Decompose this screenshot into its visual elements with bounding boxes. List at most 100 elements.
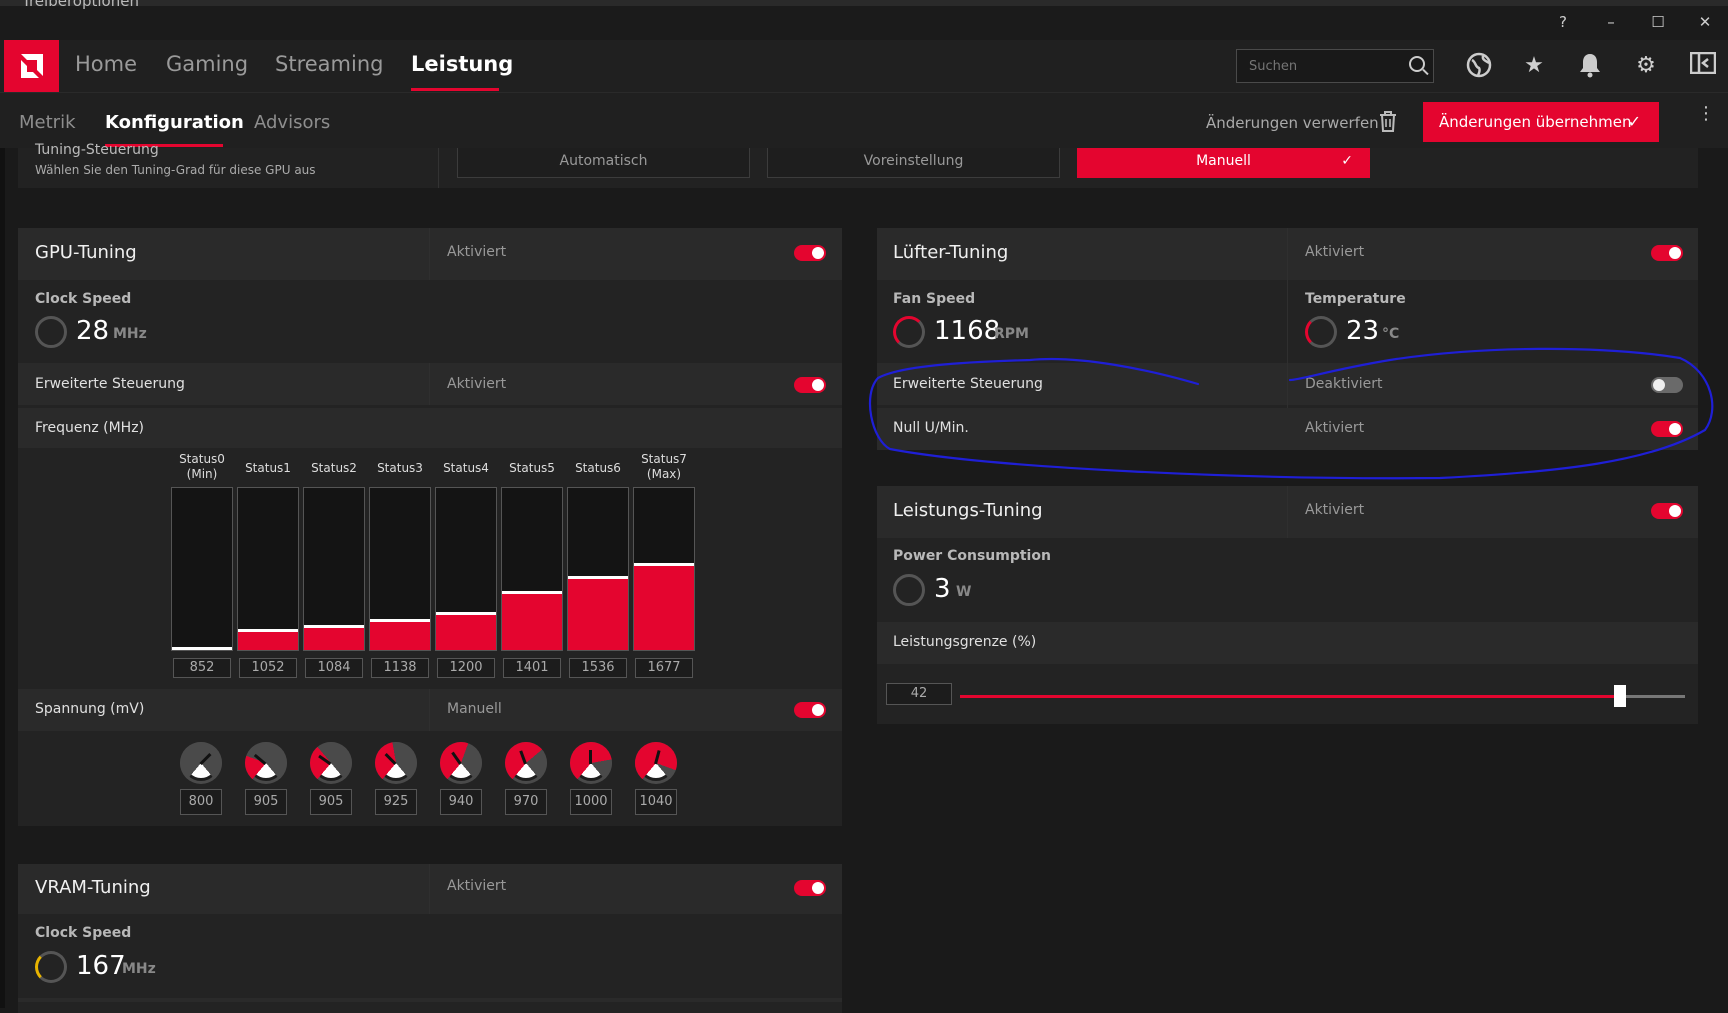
tab-konfiguration[interactable]: Konfiguration xyxy=(105,112,244,133)
frequency-state-fill xyxy=(502,591,562,650)
apply-changes-label: Änderungen übernehmen xyxy=(1439,113,1632,131)
close-icon[interactable]: ✕ xyxy=(1690,8,1720,36)
gpu-tuning-toggle[interactable] xyxy=(794,245,826,261)
frequency-state-value[interactable]: 1536 xyxy=(569,658,627,678)
power-limit-slider-thumb[interactable] xyxy=(1614,685,1626,707)
tab-advisors[interactable]: Advisors xyxy=(254,112,330,133)
voltage-knob[interactable] xyxy=(570,742,612,784)
frequency-state-bar[interactable] xyxy=(171,487,233,651)
frequency-state-bar[interactable] xyxy=(501,487,563,651)
voltage-knob[interactable] xyxy=(310,742,352,784)
frequency-state-value[interactable]: 1200 xyxy=(437,658,495,678)
power-consumption-label: Power Consumption xyxy=(893,548,1051,564)
zero-rpm-toggle[interactable] xyxy=(1651,421,1683,437)
frequency-state-bar[interactable] xyxy=(567,487,629,651)
gpu-tuning-title: GPU-Tuning xyxy=(35,242,137,263)
frequency-state-value[interactable]: 1138 xyxy=(371,658,429,678)
power-limit-value[interactable]: 42 xyxy=(886,683,952,705)
voltage-value[interactable]: 800 xyxy=(180,789,222,815)
power-consumption-unit: W xyxy=(956,584,972,600)
voltage-value[interactable]: 905 xyxy=(310,789,352,815)
temperature-gauge xyxy=(1305,316,1337,348)
help-icon[interactable]: ? xyxy=(1548,8,1578,36)
frequency-state-fill xyxy=(370,619,430,650)
frequency-state-label: Status0 (Min) xyxy=(179,452,225,481)
voltage-knob[interactable] xyxy=(505,742,547,784)
search-input[interactable] xyxy=(1237,50,1387,82)
active-tab-indicator xyxy=(411,88,499,91)
frequency-state-label: Status3 xyxy=(377,461,423,475)
voltage-toggle[interactable] xyxy=(794,702,826,718)
tab-gaming[interactable]: Gaming xyxy=(166,52,248,76)
search-icon[interactable] xyxy=(1409,56,1425,72)
checkmark-icon: ✓ xyxy=(1341,153,1353,169)
mode-preset-button[interactable]: Voreinstellung xyxy=(767,148,1060,178)
frequency-state-value[interactable]: 1084 xyxy=(305,658,363,678)
power-tuning-toggle[interactable] xyxy=(1651,503,1683,519)
gpu-advanced-label: Erweiterte Steuerung xyxy=(35,376,185,392)
frequency-state-value[interactable]: 852 xyxy=(173,658,231,678)
temperature-value: 23 xyxy=(1346,316,1380,346)
frequency-state-bar[interactable] xyxy=(633,487,695,651)
voltage-knob[interactable] xyxy=(180,742,222,784)
row-divider xyxy=(18,998,842,1002)
title-bar xyxy=(0,6,1728,40)
frequency-state-label: Status4 xyxy=(443,461,489,475)
voltage-knob[interactable] xyxy=(245,742,287,784)
frequency-state-fill xyxy=(238,629,298,650)
column-divider xyxy=(429,228,430,280)
gpu-tuning-header xyxy=(18,228,842,280)
gpu-advanced-toggle[interactable] xyxy=(794,377,826,393)
frequency-state-value[interactable]: 1052 xyxy=(239,658,297,678)
voltage-value[interactable]: 1000 xyxy=(570,789,612,815)
gpu-advanced-state: Aktiviert xyxy=(447,376,507,392)
voltage-value[interactable]: 925 xyxy=(375,789,417,815)
gpu-clock-unit: MHz xyxy=(113,326,147,342)
column-divider xyxy=(429,689,430,731)
gear-icon[interactable]: ⚙ xyxy=(1631,52,1661,80)
frequency-state-bar[interactable] xyxy=(369,487,431,651)
discard-changes-button[interactable]: Änderungen verwerfen xyxy=(1206,114,1379,132)
more-options-icon[interactable]: ⋮ xyxy=(1697,105,1715,123)
tab-leistung[interactable]: Leistung xyxy=(411,52,513,76)
frequency-state-value[interactable]: 1401 xyxy=(503,658,561,678)
voltage-value[interactable]: 970 xyxy=(505,789,547,815)
mode-automatic-button[interactable]: Automatisch xyxy=(457,148,750,178)
maximize-icon[interactable]: ☐ xyxy=(1643,8,1673,36)
voltage-knob[interactable] xyxy=(440,742,482,784)
fan-tuning-state: Aktiviert xyxy=(1305,244,1365,260)
frequency-state-bar[interactable] xyxy=(303,487,365,651)
bell-icon[interactable] xyxy=(1575,52,1605,80)
column-divider xyxy=(429,363,430,405)
star-icon[interactable]: ★ xyxy=(1519,52,1549,80)
voltage-value[interactable]: 940 xyxy=(440,789,482,815)
globe-icon[interactable] xyxy=(1464,52,1494,80)
power-consumption-value: 3 xyxy=(934,574,951,604)
fan-tuning-toggle[interactable] xyxy=(1651,245,1683,261)
fan-advanced-toggle[interactable] xyxy=(1651,377,1683,393)
frequency-state-value[interactable]: 1677 xyxy=(635,658,693,678)
voltage-value[interactable]: 905 xyxy=(245,789,287,815)
power-consumption-gauge xyxy=(893,574,925,606)
temperature-label: Temperature xyxy=(1305,291,1406,307)
frequency-state-bar[interactable] xyxy=(237,487,299,651)
frequency-state-bar[interactable] xyxy=(435,487,497,651)
amd-logo-icon xyxy=(21,54,43,78)
mode-manual-button[interactable]: Manuell ✓ xyxy=(1077,148,1370,178)
power-tuning-state: Aktiviert xyxy=(1305,502,1365,518)
voltage-value[interactable]: 1040 xyxy=(635,789,677,815)
tab-metrik[interactable]: Metrik xyxy=(19,112,76,133)
zero-rpm-label: Null U/Min. xyxy=(893,420,969,436)
amd-logo[interactable] xyxy=(4,40,59,92)
tab-streaming[interactable]: Streaming xyxy=(275,52,383,76)
power-limit-slider-track[interactable] xyxy=(960,695,1620,698)
voltage-knob[interactable] xyxy=(375,742,417,784)
search-box[interactable] xyxy=(1236,49,1434,83)
minimize-icon[interactable]: – xyxy=(1596,8,1626,36)
sidebar-icon[interactable] xyxy=(1688,51,1718,80)
voltage-knob[interactable] xyxy=(635,742,677,784)
tab-home[interactable]: Home xyxy=(75,52,137,76)
trash-icon[interactable] xyxy=(1378,110,1398,132)
vram-tuning-toggle[interactable] xyxy=(794,880,826,896)
apply-changes-button[interactable]: Änderungen übernehmen ✓ xyxy=(1423,102,1659,142)
